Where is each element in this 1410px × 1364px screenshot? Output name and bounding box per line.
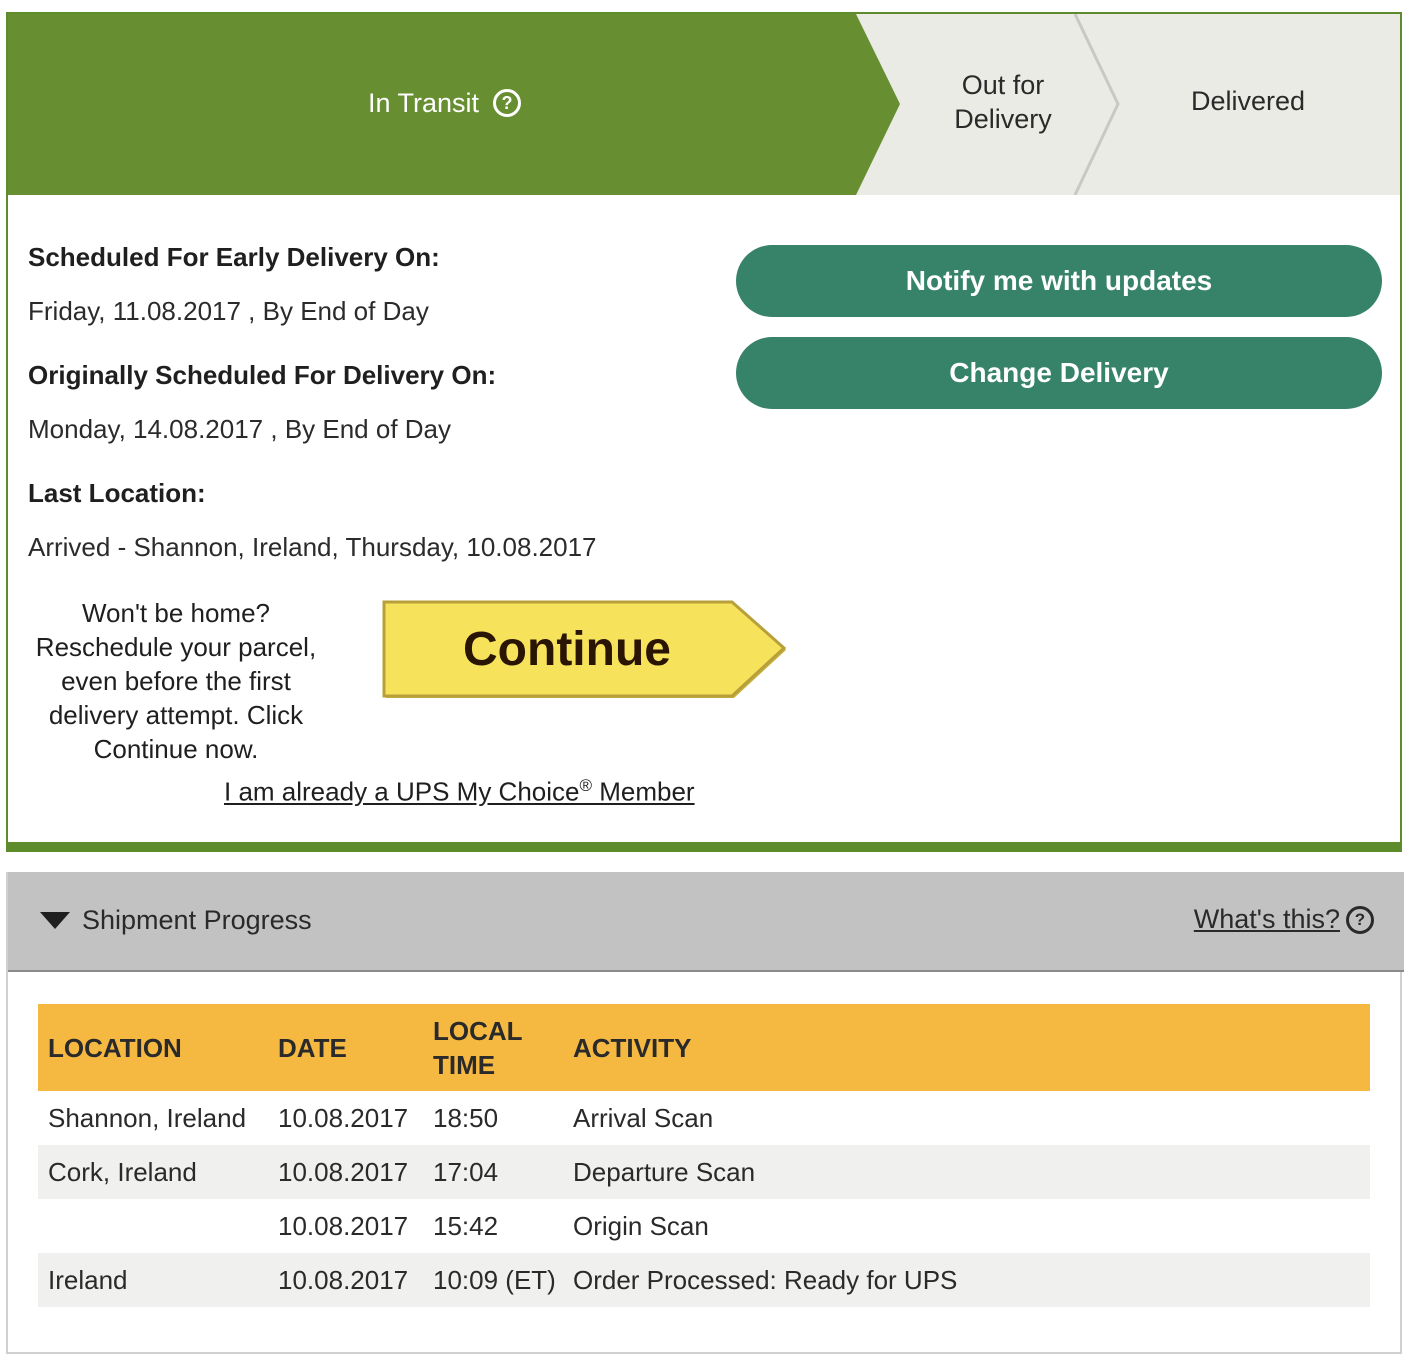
tracking-card: In Transit ? Out for Delivery Delivered … bbox=[6, 12, 1402, 852]
whats-this-label[interactable]: What's this? bbox=[1194, 904, 1340, 935]
step-in-transit-label: In Transit bbox=[368, 88, 480, 118]
step-in-transit: In Transit ? bbox=[368, 86, 522, 120]
column-header-activity: ACTIVITY bbox=[573, 1032, 692, 1063]
step-delivered: Delivered bbox=[1190, 86, 1306, 116]
cell-activity: Departure Scan bbox=[573, 1156, 756, 1187]
early-delivery-value: Friday, 11.08.2017 , By End of Day bbox=[28, 296, 429, 326]
status-progress-bar: In Transit ? Out for Delivery Delivered bbox=[8, 14, 1400, 195]
cell-time: 17:04 bbox=[433, 1156, 499, 1187]
continue-label: Continue bbox=[463, 622, 671, 676]
table-header-row: LOCATION DATE LOCAL TIME ACTIVITY bbox=[38, 1004, 1370, 1091]
shipment-progress-table: LOCATION DATE LOCAL TIME ACTIVITY Shanno… bbox=[38, 1004, 1370, 1307]
my-choice-member-link[interactable]: I am already a UPS My Choice® Member bbox=[224, 776, 695, 808]
cell-activity: Origin Scan bbox=[573, 1210, 709, 1241]
column-header-local-time: LOCAL TIME bbox=[433, 1015, 523, 1080]
question-circle-icon[interactable]: ? bbox=[493, 89, 522, 117]
early-delivery-label: Scheduled For Early Delivery On: bbox=[28, 242, 440, 272]
table-row: Ireland 10.08.2017 10:09 (ET) Order Proc… bbox=[38, 1253, 1370, 1307]
continue-button[interactable]: Continue bbox=[382, 600, 792, 702]
shipment-progress-toggle[interactable]: Shipment Progress bbox=[40, 905, 312, 936]
delivery-details: Scheduled For Early Delivery On: Friday,… bbox=[28, 240, 728, 564]
cell-time: 15:42 bbox=[433, 1210, 499, 1241]
cell-time: 18:50 bbox=[433, 1102, 499, 1133]
last-location-value: Arrived - Shannon, Ireland, Thursday, 10… bbox=[28, 532, 597, 562]
caret-down-icon bbox=[40, 912, 70, 929]
reschedule-promo-text: Won't be home? Reschedule your parcel, e… bbox=[35, 598, 317, 764]
cell-location: Cork, Ireland bbox=[48, 1156, 197, 1187]
cell-activity: Arrival Scan bbox=[573, 1102, 714, 1133]
change-delivery-button[interactable]: Change Delivery bbox=[736, 337, 1382, 409]
original-delivery-value: Monday, 14.08.2017 , By End of Day bbox=[28, 414, 452, 444]
last-location-label: Last Location: bbox=[28, 478, 206, 508]
card-bottom-border bbox=[6, 842, 1402, 852]
table-row: Cork, Ireland 10.08.2017 17:04 Departure… bbox=[38, 1145, 1370, 1199]
cell-date: 10.08.2017 bbox=[278, 1210, 409, 1241]
cell-date: 10.08.2017 bbox=[278, 1264, 409, 1295]
cell-activity: Order Processed: Ready for UPS bbox=[573, 1264, 958, 1295]
cell-time: 10:09 (ET) bbox=[433, 1264, 556, 1295]
cell-location: Ireland bbox=[48, 1264, 128, 1295]
whats-this-link[interactable]: What's this? ? bbox=[1194, 904, 1374, 935]
question-circle-icon[interactable]: ? bbox=[1346, 905, 1374, 934]
shipment-progress-header[interactable]: Shipment Progress What's this? ? bbox=[8, 872, 1404, 972]
table-row: 10.08.2017 15:42 Origin Scan bbox=[38, 1199, 1370, 1253]
original-delivery-label: Originally Scheduled For Delivery On: bbox=[28, 360, 497, 390]
cell-location: Shannon, Ireland bbox=[48, 1102, 247, 1133]
cell-date: 10.08.2017 bbox=[278, 1102, 409, 1133]
cell-location bbox=[38, 1199, 268, 1253]
notify-updates-button[interactable]: Notify me with updates bbox=[736, 245, 1382, 317]
column-header-date: DATE bbox=[278, 1032, 347, 1063]
shipment-progress-panel: Shipment Progress What's this? ? LOCATIO… bbox=[6, 872, 1404, 1354]
table-row: Shannon, Ireland 10.08.2017 18:50 Arriva… bbox=[38, 1091, 1370, 1145]
column-header-location: LOCATION bbox=[48, 1032, 182, 1063]
step-out-for-delivery: Out for Delivery bbox=[954, 70, 1052, 134]
shipment-progress-title: Shipment Progress bbox=[82, 905, 312, 935]
cell-date: 10.08.2017 bbox=[278, 1156, 409, 1187]
